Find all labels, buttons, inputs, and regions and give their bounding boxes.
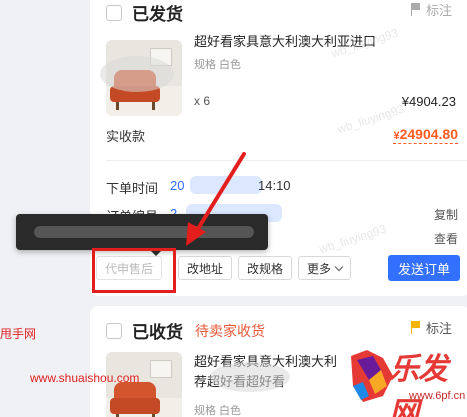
annotation-box bbox=[92, 248, 176, 293]
redacted-time bbox=[190, 176, 262, 194]
chevron-down-icon bbox=[334, 262, 344, 271]
change-address-button[interactable]: 改地址 bbox=[178, 256, 233, 280]
product-quantity: x 6 bbox=[194, 94, 211, 108]
product-spec: 规格 白色 bbox=[194, 59, 242, 71]
send-order-button[interactable]: 发送订单 bbox=[387, 255, 460, 281]
order-status: 已发货 bbox=[132, 5, 183, 24]
paid-amount: ¥24904.80 bbox=[393, 126, 458, 144]
order-header: 已收货 待卖家收货 bbox=[106, 318, 265, 343]
site-watermark-url: www.shuaishou.com bbox=[30, 371, 140, 385]
product-price: ¥4904.23 bbox=[401, 94, 456, 109]
flag-icon bbox=[410, 3, 421, 16]
order-time-clock: 14:10 bbox=[258, 178, 291, 193]
view-button[interactable]: 查看 bbox=[434, 230, 458, 247]
copy-button[interactable]: 复制 bbox=[434, 206, 458, 223]
sub-status: 待卖家收货 bbox=[195, 322, 265, 339]
order-time-label: 下单时间 bbox=[106, 181, 159, 196]
site-logo: 乐发网 www.6pf.cn bbox=[347, 342, 467, 417]
more-button[interactable]: 更多 bbox=[298, 256, 352, 280]
order-status: 已收货 bbox=[132, 323, 183, 342]
divider bbox=[106, 160, 467, 161]
site-watermark-name: 甩手网 bbox=[0, 327, 37, 341]
order-select-checkbox[interactable] bbox=[106, 4, 122, 21]
flag-icon bbox=[410, 321, 421, 334]
tooltip bbox=[16, 214, 268, 256]
paid-label: 实收款 bbox=[106, 129, 146, 144]
mark-button[interactable]: 标注 bbox=[410, 0, 452, 19]
mark-button[interactable]: 标注 bbox=[410, 318, 452, 337]
order-time-year: 20 bbox=[170, 178, 185, 193]
order-header: 已发货 bbox=[106, 0, 183, 25]
product-spec: 规格 白色 bbox=[194, 405, 242, 417]
order-select-checkbox[interactable] bbox=[106, 322, 122, 339]
change-spec-button[interactable]: 改规格 bbox=[238, 256, 293, 280]
